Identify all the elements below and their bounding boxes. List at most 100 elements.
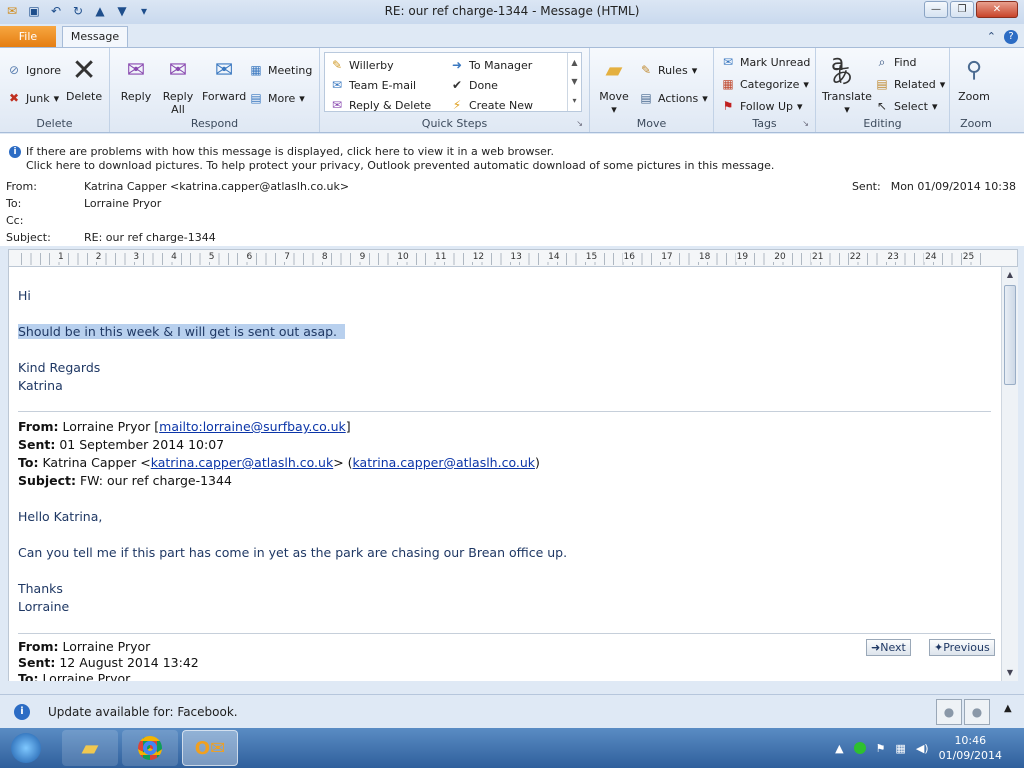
tags-dialog-launcher-icon[interactable]: ↘ (802, 119, 809, 128)
ruler-number: 16 (622, 252, 636, 262)
more-button[interactable]: ▤ More ▾ (248, 90, 304, 106)
quickstep-willerby[interactable]: ✎ Willerby (329, 57, 394, 73)
rules-button[interactable]: ✎ Rules ▾ (638, 62, 697, 78)
status-text[interactable]: Update available for: Facebook. (48, 705, 238, 719)
from-value[interactable]: Katrina Capper <katrina.capper@atlaslh.c… (84, 180, 349, 193)
quoted2-sent: Sent: 12 August 2014 13:42 (18, 655, 199, 670)
reply-icon: ✉ (126, 57, 146, 83)
forward-button[interactable]: ✉ Forward (202, 54, 246, 103)
taskbar-outlook[interactable]: O✉ (182, 730, 238, 766)
email-link-1[interactable]: katrina.capper@atlaslh.co.uk (151, 455, 334, 470)
editing-group: aあ Translate ▾ ⌕ Find ▤ Related ▾ ↖ Select ▾ … (816, 48, 950, 132)
actions-button[interactable]: ▤ Actions ▾ (638, 90, 707, 106)
junk-button[interactable]: ✖ Junk ▾ (6, 90, 59, 106)
quick-steps-label: Quick Steps (421, 117, 488, 130)
taskbar-chrome[interactable] (122, 730, 178, 766)
reply-all-button[interactable]: ✉ Reply All (162, 54, 194, 116)
scroll-down-icon[interactable]: ▼ (1004, 667, 1016, 679)
translate-button[interactable]: aあ Translate ▾ (822, 53, 872, 117)
ignore-button[interactable]: ⊘ Ignore (6, 62, 61, 78)
minimize-button[interactable]: — (924, 1, 948, 18)
expand-people-pane-icon[interactable]: ▲ (1004, 703, 1012, 714)
junk-icon: ✖ (8, 91, 20, 105)
more-icon: ▤ (250, 91, 262, 105)
info-bar-line-2[interactable]: Click here to download pictures. To help… (26, 159, 774, 172)
maximize-button[interactable]: ❐ (950, 1, 974, 18)
tab-message[interactable]: Message (62, 26, 128, 48)
taskbar-explorer[interactable]: ▰ (62, 730, 118, 766)
mailto-link[interactable]: mailto:lorraine@surfbay.co.uk (159, 419, 346, 434)
windows-logo-icon (11, 733, 41, 763)
mark-unread-button[interactable]: ✉ Mark Unread (720, 54, 810, 70)
editing-group-label: Editing (863, 117, 902, 130)
ruler-number: 14 (547, 252, 561, 262)
quoted-name: Lorraine (18, 599, 70, 614)
ruler-number: 10 (396, 252, 410, 262)
quote-separator-2 (18, 633, 991, 634)
find-button[interactable]: ⌕ Find (874, 54, 917, 70)
email-link-2[interactable]: katrina.capper@atlaslh.co.uk (353, 455, 536, 470)
close-button[interactable]: ✕ (976, 1, 1018, 18)
people-pane-avatar-icon[interactable]: ● (936, 699, 962, 725)
meeting-button[interactable]: ▦ Meeting (248, 62, 312, 78)
quoted-thanks: Thanks (18, 581, 63, 596)
network-icon[interactable]: ▦ (895, 742, 905, 755)
respond-group: ✉ Reply ✉ Reply All ✉ Forward ▦ Meeting ▤ More… (110, 48, 320, 132)
tags-group: ✉ Mark Unread ▦ Categorize ▾ ⚑ Follow Up ▾ … (714, 48, 816, 132)
quickstep-team-email[interactable]: ✉ Team E-mail (329, 77, 416, 93)
info-bar[interactable]: i If there are problems with how this me… (0, 134, 1024, 176)
scroll-thumb[interactable] (1004, 285, 1016, 385)
folder-icon: ▰ (81, 735, 99, 761)
ruler-number: 19 (735, 252, 750, 262)
team-email-icon: ✉ (331, 78, 343, 92)
binoculars-icon: ⌕ (878, 54, 886, 69)
next-button[interactable]: ➜Next (866, 639, 911, 656)
quoted-subject: Subject: FW: our ref charge-1344 (18, 473, 232, 488)
ruler-number: 11 (434, 252, 448, 262)
to-value[interactable]: Lorraine Pryor (84, 197, 161, 210)
checkmark-icon: ✔ (451, 78, 463, 92)
select-button[interactable]: ↖ Select ▾ (874, 98, 938, 114)
reply-button[interactable]: ✉ Reply (120, 54, 152, 103)
previous-button[interactable]: ✦Previous (929, 639, 995, 656)
move-button[interactable]: ▰ Move ▾ (598, 54, 630, 116)
people-pane-avatar-2-icon[interactable]: ● (964, 699, 990, 725)
quoted-greeting: Hello Katrina, (18, 509, 103, 524)
related-button[interactable]: ▤ Related ▾ (874, 76, 945, 92)
next-arrow-icon: ➜ (871, 641, 881, 654)
scroll-up-icon[interactable]: ▲ (1004, 269, 1016, 281)
action-center-flag-icon[interactable]: ⚑ (876, 742, 886, 755)
envelope-icon: ✉ (722, 55, 734, 69)
quickstep-to-manager[interactable]: ➜ To Manager (449, 57, 532, 73)
sent-value: Mon 01/09/2014 10:38 (890, 180, 1016, 193)
start-button[interactable] (4, 730, 48, 766)
message-header: From: Katrina Capper <katrina.capper@atla… (0, 176, 1024, 246)
info-bar-line-1[interactable]: If there are problems with how this mess… (26, 145, 554, 158)
quick-steps-scroll[interactable]: ▲ ▼ ▾ (567, 53, 581, 111)
quoted-from: From: Lorraine Pryor [mailto:lorraine@su… (18, 419, 351, 434)
move-group: ▰ Move ▾ ✎ Rules ▾ ▤ Actions ▾ Move (590, 48, 714, 132)
quoted-sent: Sent: 01 September 2014 10:07 (18, 437, 225, 452)
message-body[interactable]: Hi Should be in this week & I will get i… (8, 267, 1002, 681)
tags-group-label: Tags (752, 117, 777, 130)
clock[interactable]: 10:46 01/09/2014 (939, 733, 1002, 763)
quick-steps-group: ✎ Willerby ➜ To Manager ✉ Team E-mail ✔ Done… (320, 48, 590, 132)
volume-icon[interactable]: ◀) (916, 742, 929, 755)
quoted2-from: From: Lorraine Pryor (18, 639, 151, 654)
minimize-ribbon-icon[interactable]: ⌃ (987, 30, 996, 44)
show-hidden-icons-icon[interactable]: ▲ (835, 742, 843, 755)
reply-delete-icon: ✉ (331, 98, 343, 112)
delete-button[interactable]: ✕ Delete (66, 54, 102, 103)
quickstep-create-new[interactable]: ⚡ Create New (449, 97, 533, 113)
help-icon[interactable]: ? (1004, 30, 1018, 44)
zoom-button[interactable]: ⚲ Zoom (958, 54, 990, 103)
related-icon: ▤ (876, 77, 888, 91)
quickstep-done[interactable]: ✔ Done (449, 77, 498, 93)
quickstep-reply-delete[interactable]: ✉ Reply & Delete (329, 97, 431, 113)
vertical-scrollbar[interactable]: ▲ ▼ (1001, 267, 1018, 681)
tab-file[interactable]: File (0, 26, 56, 48)
status-green-icon[interactable] (853, 742, 866, 754)
follow-up-button[interactable]: ⚑ Follow Up ▾ (720, 98, 803, 114)
dialog-launcher-icon[interactable]: ↘ (576, 119, 583, 128)
categorize-button[interactable]: ▦ Categorize ▾ (720, 76, 809, 92)
